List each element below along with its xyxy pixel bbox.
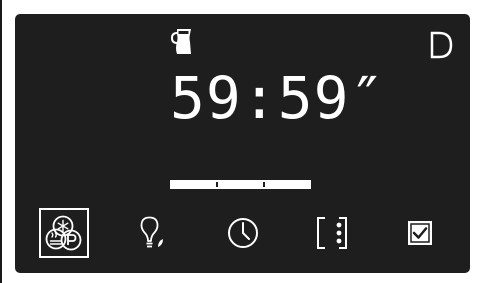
page-frame: 59:59″	[0, 0, 477, 283]
clock-button[interactable]	[218, 208, 268, 258]
clock-icon	[223, 213, 263, 253]
blender-jug-icon	[170, 26, 196, 56]
oven-display-panel: 59:59″	[15, 14, 470, 273]
progress-segment	[172, 182, 219, 187]
lamp-icon	[132, 213, 172, 253]
more-options-button[interactable]	[307, 208, 357, 258]
progress-segment	[218, 182, 265, 187]
progress-segment	[264, 182, 309, 187]
more-options-icon	[312, 213, 352, 253]
progress-bar	[170, 180, 311, 189]
defrost-proof-button[interactable]	[39, 208, 89, 258]
confirm-checkbox-icon	[400, 213, 440, 253]
timer-display: 59:59″	[170, 64, 386, 132]
lamp-button[interactable]	[127, 208, 177, 258]
confirm-button[interactable]	[395, 208, 445, 258]
d-letter-icon	[428, 30, 454, 60]
defrost-proof-icon	[41, 210, 87, 256]
